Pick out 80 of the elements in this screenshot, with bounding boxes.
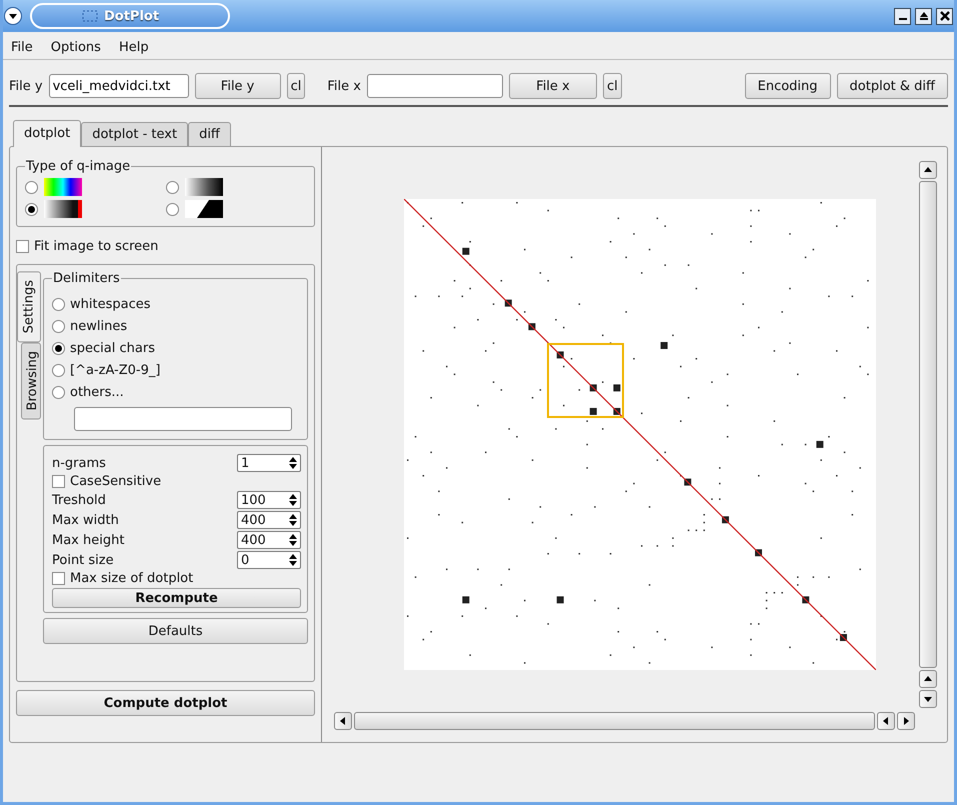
parameter-label: Point size	[52, 552, 114, 568]
menu-item[interactable]: Options	[48, 40, 103, 55]
tab[interactable]: diff	[188, 122, 231, 146]
gradient-icon	[184, 178, 222, 196]
parameter-label: Max height	[52, 532, 124, 548]
checkbox[interactable]	[52, 475, 65, 488]
menu-item[interactable]: File	[9, 40, 35, 55]
spin-arrows-icon	[286, 512, 300, 528]
spin-arrows-icon	[286, 532, 300, 548]
parameter-label: n-grams	[52, 456, 106, 470]
close-button[interactable]	[936, 8, 953, 24]
radio-label: newlines	[70, 319, 128, 334]
vertical-scrollbar[interactable]	[919, 181, 937, 668]
toolbar-button[interactable]: Encoding	[744, 73, 831, 99]
radio-button[interactable]	[52, 342, 65, 355]
clear-button[interactable]: cl	[602, 73, 622, 99]
parameter-label: Max width	[52, 512, 119, 528]
others-field[interactable]	[74, 407, 292, 431]
file-field[interactable]	[366, 74, 503, 98]
maximize-button[interactable]	[915, 8, 932, 24]
window-title: DotPlot	[104, 8, 160, 24]
group-title: Type of q-image	[25, 159, 132, 174]
tab[interactable]: dotplot - text	[81, 122, 188, 146]
radio-button[interactable]	[166, 180, 178, 194]
spin-arrows-icon	[286, 492, 300, 508]
horizontal-scrollbar[interactable]	[354, 712, 875, 730]
app-logo-icon	[82, 9, 98, 23]
field-label: File x	[327, 78, 361, 94]
scroll-up-button[interactable]	[919, 161, 937, 179]
scroll-left-button[interactable]	[877, 712, 895, 730]
recompute-button[interactable]: Recompute	[52, 588, 301, 608]
toolbar-button[interactable]: dotplot & diff	[836, 73, 948, 99]
file-field[interactable]: vceli_medvidci.txt	[48, 74, 189, 98]
radio-button[interactable]	[52, 298, 65, 311]
checkbox[interactable]	[16, 240, 29, 253]
radio-label: others...	[70, 385, 124, 400]
spin-box[interactable]: 0	[237, 551, 301, 569]
checkbox-label: Max size of dotplot	[70, 571, 194, 586]
radio-label: special chars	[70, 341, 155, 356]
radio-button[interactable]	[25, 202, 38, 216]
radio-label: whitespaces	[70, 297, 150, 312]
radio-label: [^a-zA-Z0-9_]	[70, 363, 160, 378]
radio-button[interactable]	[52, 364, 65, 377]
rainbow-gradient-icon	[44, 178, 82, 196]
field-label: File y	[9, 78, 43, 94]
side-tab[interactable]: Browsing	[21, 342, 41, 420]
spin-arrows-icon	[286, 552, 300, 568]
radio-button[interactable]	[52, 386, 65, 399]
compute-button[interactable]: Compute dotplot	[16, 690, 315, 716]
maximize-icon	[918, 11, 928, 21]
radio-button[interactable]	[166, 202, 178, 216]
radio-button[interactable]	[52, 320, 65, 333]
spin-arrows-icon	[286, 455, 300, 471]
window-menu-button[interactable]	[4, 7, 22, 25]
side-tab[interactable]: Settings	[17, 271, 41, 342]
spin-box[interactable]: 400	[237, 531, 301, 549]
spin-box[interactable]: 1	[237, 454, 301, 472]
group-title: Delimiters	[52, 271, 121, 286]
step-shape-icon	[184, 200, 222, 218]
tab[interactable]: dotplot	[13, 120, 82, 147]
minimize-button[interactable]	[894, 8, 911, 24]
defaults-button[interactable]: Defaults	[43, 618, 308, 644]
close-icon	[940, 11, 950, 21]
scroll-right-button[interactable]	[897, 712, 915, 730]
spin-box[interactable]: 100	[237, 491, 301, 509]
scroll-up-button[interactable]	[919, 670, 937, 688]
minimize-icon	[898, 18, 906, 20]
browse-button[interactable]: File x	[508, 73, 597, 99]
checkbox[interactable]	[52, 572, 65, 585]
menu-item[interactable]: Help	[116, 40, 151, 55]
spin-box[interactable]: 400	[237, 511, 301, 529]
parameter-label: Treshold	[52, 492, 106, 508]
browse-button[interactable]: File y	[194, 73, 281, 99]
gradient-bar-icon	[44, 200, 82, 218]
checkbox-label: CaseSensitive	[70, 474, 162, 489]
scroll-down-button[interactable]	[919, 690, 937, 708]
scroll-left-button[interactable]	[334, 712, 352, 730]
radio-button[interactable]	[25, 180, 38, 194]
checkbox-label: Fit image to screen	[34, 239, 158, 254]
clear-button[interactable]: cl	[286, 73, 306, 99]
